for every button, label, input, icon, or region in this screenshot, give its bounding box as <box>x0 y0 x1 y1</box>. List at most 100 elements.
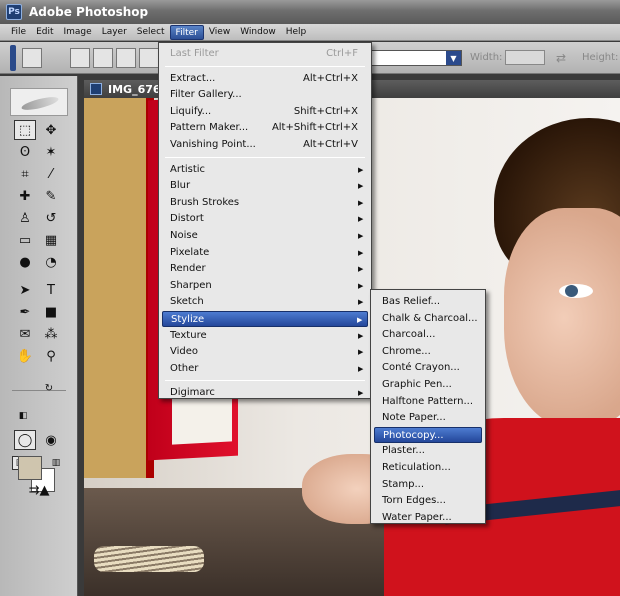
menu-item-label: Sketch <box>170 296 204 308</box>
menu-item-shortcut: Ctrl+F <box>326 48 358 59</box>
style-select[interactable]: ▼ <box>370 50 462 66</box>
photo-child-face <box>504 208 620 428</box>
toolbox: ↻ ◧ ◯ ◉ ▣ ▤ ▥ ⇉▲ ⬚✥ʘ✶⌗⁄✚✎♙↺▭▦●◔➤T✒■✉⁂✋⚲ <box>0 76 78 596</box>
lasso-icon[interactable]: ʘ <box>14 142 36 162</box>
move-icon[interactable]: ✥ <box>40 120 62 140</box>
stylize-item-bas-relief[interactable]: Bas Relief... <box>374 294 482 310</box>
clone-stamp-icon[interactable]: ♙ <box>14 208 36 228</box>
stylize-item-reticulation[interactable]: Reticulation... <box>374 460 482 476</box>
default-colors-icon[interactable]: ◧ <box>12 406 34 426</box>
filter-menu-item-sketch[interactable]: Sketch ▶ <box>162 294 368 310</box>
new-selection-button[interactable] <box>70 48 90 68</box>
stylize-item-charcoal[interactable]: Charcoal... <box>374 327 482 343</box>
menu-file[interactable]: File <box>6 25 31 40</box>
filter-menu-item-distort[interactable]: Distort ▶ <box>162 211 368 227</box>
submenu-arrow-icon: ▶ <box>358 265 364 274</box>
photo-child-eye <box>559 284 593 298</box>
submenu-arrow-icon: ▶ <box>358 182 364 191</box>
swap-icon[interactable]: ⇄ <box>556 51 566 65</box>
hand-icon[interactable]: ✋ <box>14 346 36 366</box>
filter-menu-item-pixelate[interactable]: Pixelate ▶ <box>162 245 368 261</box>
stylize-item-water-paper[interactable]: Water Paper... <box>374 510 482 526</box>
filter-menu-item-texture[interactable]: Texture ▶ <box>162 328 368 344</box>
filter-menu-item-blur[interactable]: Blur ▶ <box>162 178 368 194</box>
stylize-item-cont-crayon[interactable]: Conté Crayon... <box>374 360 482 376</box>
filter-menu-item-noise[interactable]: Noise ▶ <box>162 228 368 244</box>
menu-item-label: Pattern Maker... <box>170 122 249 134</box>
notes-icon[interactable]: ✉ <box>14 324 36 344</box>
photoshop-window: Ps Adobe Photoshop File Edit Image Layer Sel… <box>0 0 620 596</box>
menu-help[interactable]: Help <box>281 25 312 40</box>
marquee-icon[interactable]: ⬚ <box>14 120 36 140</box>
menu-image[interactable]: Image <box>59 25 97 40</box>
menu-edit[interactable]: Edit <box>31 25 58 40</box>
filter-menu-item-sharpen[interactable]: Sharpen ▶ <box>162 278 368 294</box>
width-input[interactable] <box>505 50 545 65</box>
menu-item-label: Filter Gallery... <box>170 89 242 101</box>
slice-icon[interactable]: ⁄ <box>40 164 62 184</box>
menu-select[interactable]: Select <box>132 25 170 40</box>
jump-to-imageready-icon[interactable]: ⇉▲ <box>14 480 64 500</box>
swap-colors-icon[interactable]: ↻ <box>38 378 60 398</box>
type-icon[interactable]: T <box>40 280 62 300</box>
path-selection-icon[interactable]: ➤ <box>14 280 36 300</box>
filter-menu-item-digimarc[interactable]: Digimarc ▶ <box>162 385 368 401</box>
menu-layer[interactable]: Layer <box>97 25 132 40</box>
filter-menu-item-stylize[interactable]: Stylize ▶ <box>162 311 368 327</box>
history-brush-icon[interactable]: ↺ <box>40 208 62 228</box>
filter-menu-item-video[interactable]: Video ▶ <box>162 344 368 360</box>
filter-menu-item-artistic[interactable]: Artistic ▶ <box>162 162 368 178</box>
stylize-item-halftone-pattern[interactable]: Halftone Pattern... <box>374 394 482 410</box>
stylize-item-chalk-charcoal[interactable]: Chalk & Charcoal... <box>374 311 482 327</box>
eraser-icon[interactable]: ▭ <box>14 230 36 250</box>
submenu-arrow-icon: ▶ <box>358 215 364 224</box>
stylize-item-graphic-pen[interactable]: Graphic Pen... <box>374 377 482 393</box>
intersect-selection-button[interactable] <box>139 48 159 68</box>
stylize-item-plaster[interactable]: Plaster... <box>374 443 482 459</box>
stylize-item-stamp[interactable]: Stamp... <box>374 477 482 493</box>
options-grip[interactable] <box>10 45 16 71</box>
toolbox-header[interactable] <box>10 88 68 116</box>
blur-icon[interactable]: ● <box>14 252 36 272</box>
filter-menu-item-filter-gallery[interactable]: Filter Gallery... <box>162 87 368 103</box>
shape-icon[interactable]: ■ <box>40 302 62 322</box>
filter-menu: Last Filter Ctrl+F Extract... Alt+Ctrl+X Fil… <box>158 42 372 399</box>
magic-wand-icon[interactable]: ✶ <box>40 142 62 162</box>
subtract-selection-button[interactable] <box>116 48 136 68</box>
document-icon <box>90 83 102 95</box>
full-screen-icon[interactable]: ▥ <box>48 456 64 470</box>
add-selection-button[interactable] <box>93 48 113 68</box>
filter-menu-item-vanishing-point[interactable]: Vanishing Point... Alt+Ctrl+V <box>162 137 368 153</box>
pen-icon[interactable]: ✒ <box>14 302 36 322</box>
filter-menu-item-pattern-maker[interactable]: Pattern Maker... Alt+Shift+Ctrl+X <box>162 120 368 136</box>
quick-mask-icon[interactable]: ◉ <box>40 430 62 450</box>
brush-icon[interactable]: ✎ <box>40 186 62 206</box>
menu-window[interactable]: Window <box>235 25 281 40</box>
stylize-item-torn-edges[interactable]: Torn Edges... <box>374 493 482 509</box>
filter-menu-item-other[interactable]: Other ▶ <box>162 361 368 377</box>
filter-menu-item-extract[interactable]: Extract... Alt+Ctrl+X <box>162 71 368 87</box>
menu-view[interactable]: View <box>204 25 235 40</box>
dodge-icon[interactable]: ◔ <box>40 252 62 272</box>
filter-menu-item-liquify[interactable]: Liquify... Shift+Ctrl+X <box>162 104 368 120</box>
feather-logo-icon <box>20 94 60 113</box>
stylize-item-photocopy[interactable]: Photocopy... <box>374 426 482 443</box>
zoom-icon[interactable]: ⚲ <box>40 346 62 366</box>
healing-brush-icon[interactable]: ✚ <box>14 186 36 206</box>
menu-separator <box>165 65 365 67</box>
crop-icon[interactable]: ⌗ <box>14 164 36 184</box>
eyedropper-icon[interactable]: ⁂ <box>40 324 62 344</box>
photo-sticks <box>94 546 204 572</box>
marquee-preset-button[interactable] <box>22 48 42 68</box>
filter-menu-item-brush-strokes[interactable]: Brush Strokes ▶ <box>162 195 368 211</box>
standard-mode-icon[interactable]: ◯ <box>14 430 36 450</box>
gradient-icon[interactable]: ▦ <box>40 230 62 250</box>
menu-filter[interactable]: Filter <box>169 24 204 40</box>
submenu-arrow-icon: ▶ <box>358 198 364 207</box>
foreground-color-swatch[interactable] <box>18 456 42 480</box>
stylize-item-note-paper[interactable]: Note Paper... <box>374 410 482 426</box>
menu-item-label: Artistic <box>170 163 206 175</box>
stylize-item-chrome[interactable]: Chrome... <box>374 344 482 360</box>
app-title: Adobe Photoshop <box>29 5 149 19</box>
filter-menu-item-render[interactable]: Render ▶ <box>162 261 368 277</box>
